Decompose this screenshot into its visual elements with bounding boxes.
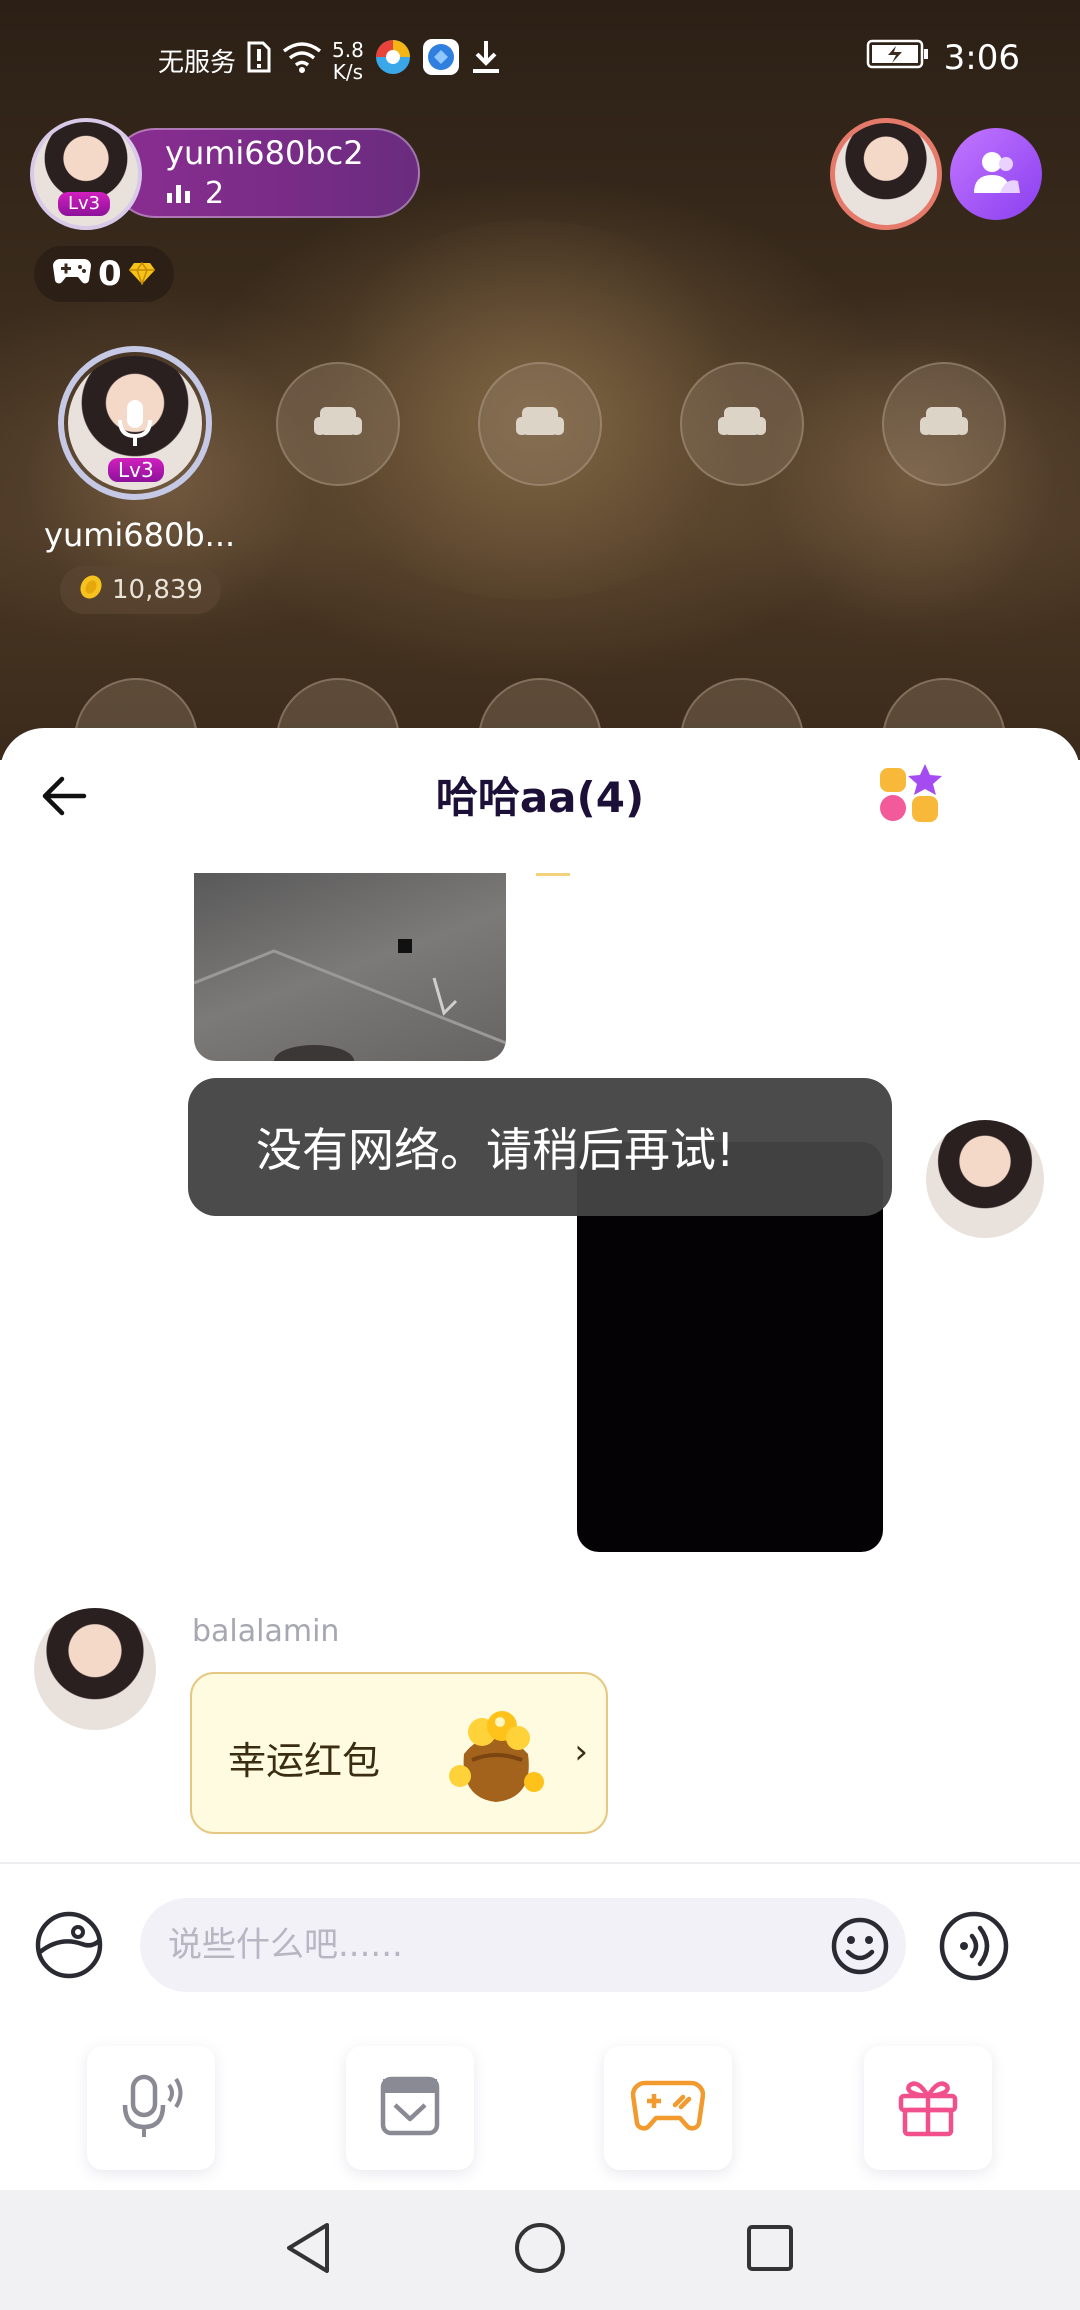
seat-host-level-badge: Lv3 bbox=[108, 458, 164, 482]
emoji-icon bbox=[830, 1917, 890, 1980]
coin-bag-icon bbox=[442, 1702, 550, 1806]
no-sim-icon bbox=[246, 40, 272, 81]
voice-icon bbox=[938, 1911, 1010, 1986]
game-tool-icon bbox=[630, 2079, 706, 2137]
members-button[interactable] bbox=[950, 128, 1042, 220]
nav-back-icon bbox=[283, 2221, 333, 2279]
game-coins-value: 0 bbox=[98, 254, 122, 294]
viewer-avatar[interactable] bbox=[830, 118, 942, 230]
gift-tool-button[interactable] bbox=[864, 2046, 992, 2170]
members-icon bbox=[970, 149, 1022, 199]
app-icon bbox=[422, 38, 460, 83]
nav-home-icon bbox=[513, 2221, 567, 2279]
apps-grid-icon bbox=[878, 764, 942, 828]
photo-tool-button[interactable] bbox=[346, 2046, 474, 2170]
message-divider bbox=[536, 873, 570, 876]
download-icon bbox=[470, 39, 502, 82]
nav-recents-button[interactable] bbox=[740, 2220, 800, 2280]
gamepad-icon bbox=[52, 254, 92, 294]
host-level-badge: Lv3 bbox=[58, 192, 111, 216]
seat-host-coins-chip: 10,839 bbox=[60, 566, 221, 614]
battery-icon bbox=[866, 38, 930, 78]
microphone-icon bbox=[116, 398, 154, 452]
wifi-icon bbox=[282, 41, 322, 80]
seat-host-name: yumi680b... bbox=[44, 516, 236, 554]
emoji-button[interactable] bbox=[830, 1916, 890, 1976]
red-packet-message[interactable]: 幸运红包 › bbox=[190, 1672, 608, 1834]
chevron-right-icon: › bbox=[574, 1732, 588, 1772]
network-speed: 5.8 K/s bbox=[332, 37, 364, 84]
expression-button[interactable] bbox=[34, 1910, 104, 1980]
voice-button[interactable] bbox=[938, 1910, 1010, 1982]
empty-seat[interactable] bbox=[478, 362, 602, 486]
nav-recents-icon bbox=[745, 2223, 795, 2277]
coin-icon bbox=[78, 574, 104, 607]
gift-icon bbox=[895, 2074, 961, 2142]
expression-icon bbox=[34, 1911, 104, 1984]
sender-name: balalamin bbox=[192, 1614, 340, 1649]
message-input[interactable] bbox=[140, 1898, 906, 1992]
nav-home-button[interactable] bbox=[510, 2220, 570, 2280]
sofa-icon bbox=[918, 403, 970, 445]
red-packet-label: 幸运红包 bbox=[228, 1739, 381, 1783]
online-count: 2 bbox=[205, 176, 225, 211]
photo-tool-icon bbox=[379, 2075, 441, 2141]
seat-host[interactable]: Lv3 bbox=[58, 346, 212, 500]
sofa-icon bbox=[716, 403, 768, 445]
network-error-toast: 没有网络。请稍后再试! bbox=[188, 1078, 892, 1216]
browser-icon bbox=[374, 38, 412, 83]
signal-bars-icon bbox=[165, 176, 193, 211]
clock: 3:06 bbox=[943, 38, 1020, 78]
mic-tool-button[interactable] bbox=[87, 2046, 215, 2170]
empty-seat[interactable] bbox=[276, 362, 400, 486]
voice-room-background: 无服务 5.8 K/s 3:06 Lv3 yumi680bc2 2 0 Lv3 … bbox=[0, 0, 1080, 760]
image-message[interactable] bbox=[194, 873, 506, 1061]
sofa-icon bbox=[514, 403, 566, 445]
game-tool-button[interactable] bbox=[604, 2046, 732, 2170]
system-nav-bar bbox=[0, 2190, 1080, 2310]
sender-avatar[interactable] bbox=[34, 1608, 156, 1730]
empty-seat[interactable] bbox=[680, 362, 804, 486]
diamond-icon bbox=[128, 254, 156, 294]
room-host-info[interactable]: Lv3 yumi680bc2 2 bbox=[30, 118, 420, 230]
apps-button[interactable] bbox=[878, 762, 944, 828]
input-divider bbox=[0, 1862, 1080, 1864]
game-coins-chip[interactable]: 0 bbox=[34, 246, 174, 302]
sofa-icon bbox=[312, 403, 364, 445]
nav-back-button[interactable] bbox=[278, 2220, 338, 2280]
empty-seat[interactable] bbox=[882, 362, 1006, 486]
status-bar: 无服务 5.8 K/s 3:06 bbox=[0, 0, 1080, 120]
self-avatar[interactable] bbox=[926, 1120, 1044, 1238]
seat-host-coins-value: 10,839 bbox=[112, 575, 203, 605]
mic-tool-icon bbox=[115, 2073, 187, 2143]
carrier-label: 无服务 bbox=[158, 48, 237, 78]
host-name: yumi680bc2 bbox=[165, 134, 364, 172]
